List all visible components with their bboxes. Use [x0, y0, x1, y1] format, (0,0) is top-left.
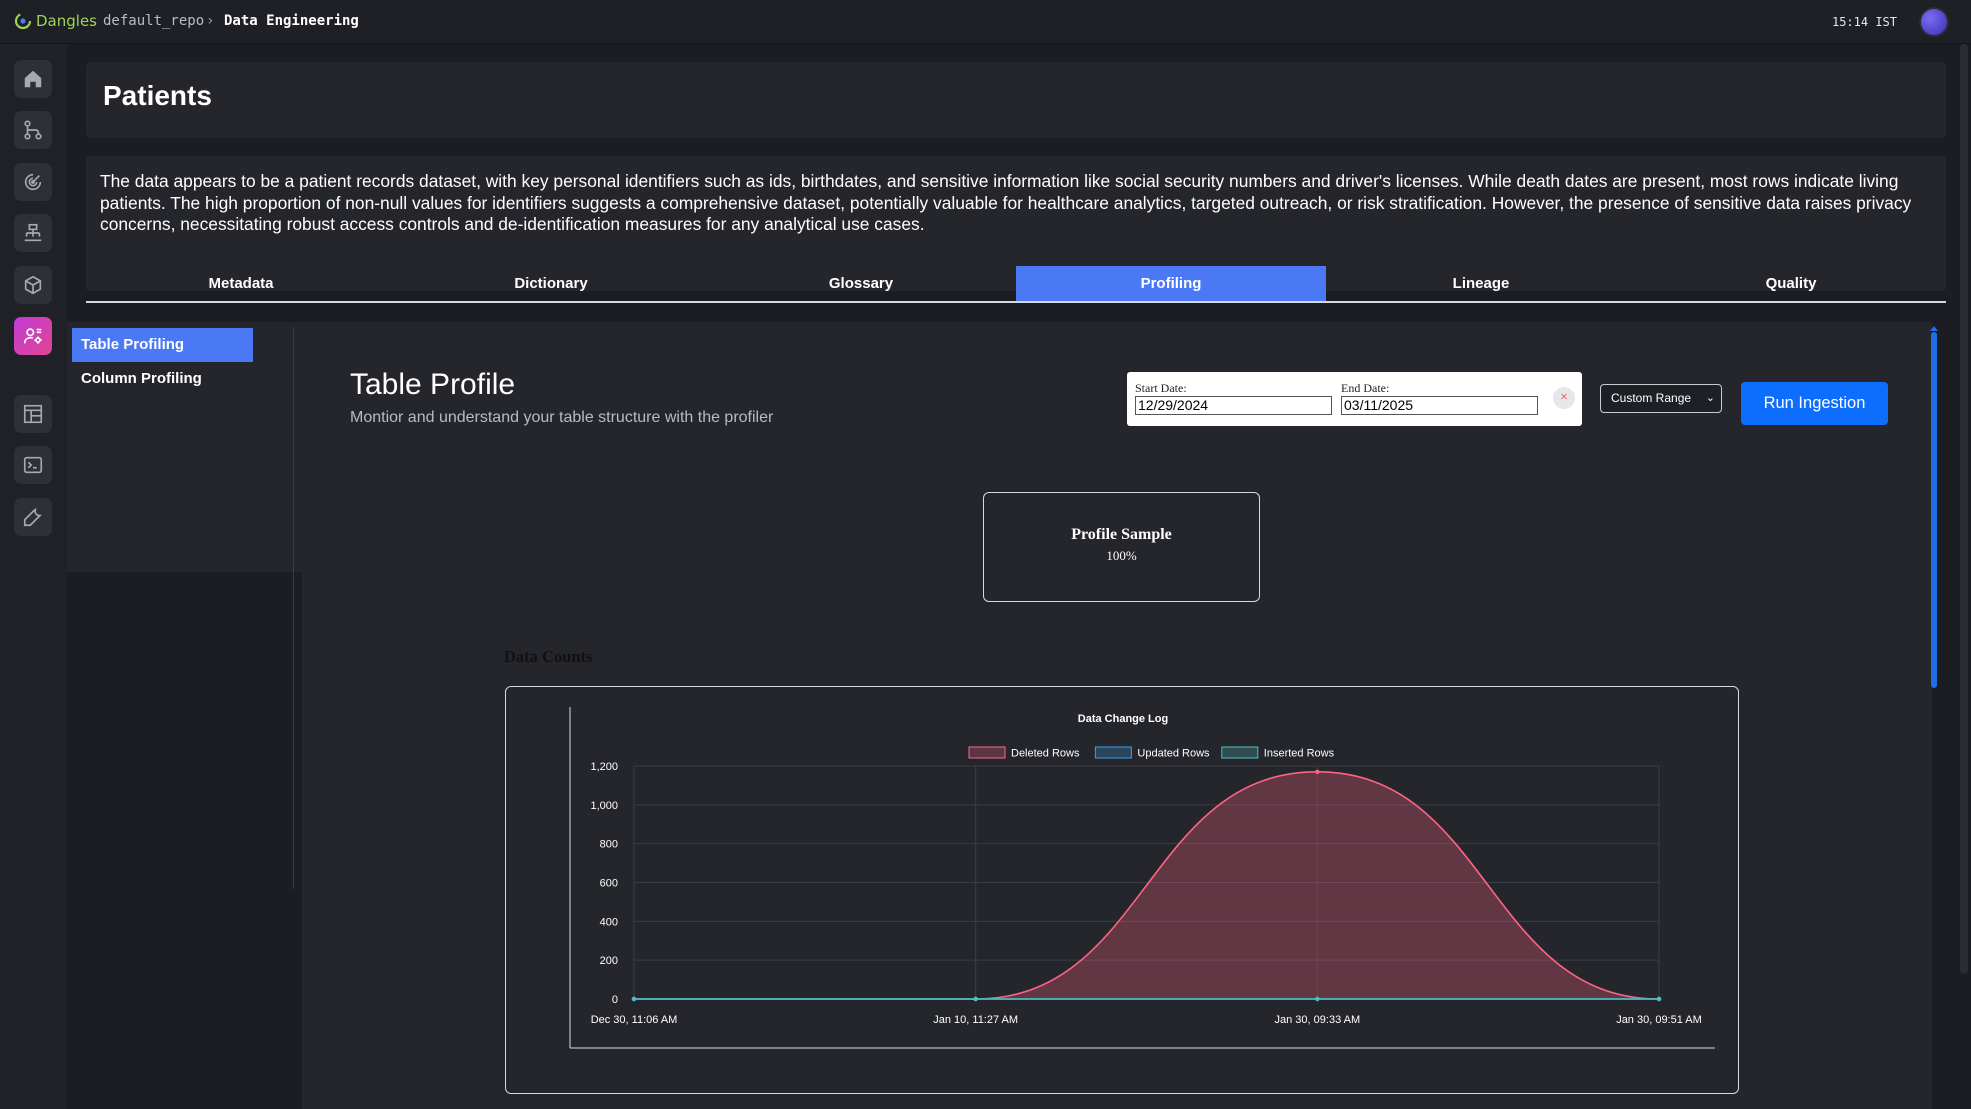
top-bar: Dangles default_repo › Data Engineering …: [0, 0, 1971, 44]
end-date-label: End Date:: [1341, 381, 1390, 395]
x-tick-label-2: Jan 30, 09:33 AM: [1275, 1014, 1361, 1026]
y-tick-label-2: 400: [600, 916, 618, 928]
series-2-point-0: [631, 996, 637, 1002]
start-date-label: Start Date:: [1135, 381, 1187, 395]
page-scrollbar[interactable]: [1960, 44, 1968, 974]
profile-sample-card: Profile Sample 100%: [983, 492, 1260, 602]
y-tick-label-4: 800: [600, 839, 618, 851]
x-tick-label-1: Jan 10, 11:27 AM: [933, 1014, 1018, 1026]
y-tick-label-1: 200: [600, 955, 618, 967]
layout-icon[interactable]: [14, 395, 52, 433]
logo-icon: [14, 12, 32, 30]
brand[interactable]: Dangles: [14, 12, 97, 30]
y-tick-label-6: 1,200: [590, 761, 618, 773]
wrench-icon[interactable]: [14, 498, 52, 536]
x-tick-label-3: Jan 30, 09:51 AM: [1616, 1014, 1702, 1026]
title-card: Patients: [86, 62, 1946, 138]
start-date-group: Start Date: 12/29/2024: [1135, 381, 1332, 415]
y-tick-label-5: 1,000: [590, 800, 618, 812]
data-counts-title: Data Counts: [504, 647, 593, 666]
legend-label-1: Updated Rows: [1137, 748, 1210, 760]
chevron-down-icon: ⌄: [1705, 392, 1715, 404]
hierarchy-icon[interactable]: [14, 111, 52, 149]
legend-swatch-2: [1221, 746, 1259, 759]
chart-title: Data Change Log: [1078, 713, 1168, 725]
y-tick-label-0: 0: [612, 994, 618, 1006]
series-2-point-1: [973, 996, 978, 1002]
legend-swatch-0: [968, 746, 1006, 759]
data-change-chart: Data Change Log Deleted Rows Updated Rows I…: [569, 707, 1715, 1049]
scroll-up-icon[interactable]: [1930, 326, 1938, 331]
page-title: Patients: [103, 80, 212, 111]
breadcrumb-repo[interactable]: default_repo: [103, 13, 204, 29]
user-settings-icon[interactable]: [14, 317, 52, 355]
avatar[interactable]: [1919, 7, 1949, 37]
y-tick-label-3: 600: [600, 878, 618, 890]
breadcrumb-separator: ›: [206, 13, 215, 29]
profile-subtitle: Montior and understand your table struct…: [350, 409, 774, 426]
pipeline-icon[interactable]: [14, 214, 52, 252]
tab-glossary[interactable]: Glossary: [706, 266, 1016, 301]
content-scrollbar[interactable]: [1931, 332, 1937, 688]
tab-metadata[interactable]: Metadata: [86, 266, 396, 301]
legend-label-0: Deleted Rows: [1011, 748, 1080, 760]
profile-sample-title: Profile Sample: [1071, 526, 1172, 543]
date-range-picker: Start Date: 12/29/2024 End Date: 03/11/2…: [1127, 372, 1582, 426]
panel-background: [67, 572, 297, 1109]
profile-sample-value: 100%: [1106, 548, 1137, 563]
subnav-table-profiling[interactable]: Table Profiling: [72, 328, 253, 362]
tab-lineage[interactable]: Lineage: [1326, 266, 1636, 301]
brand-name: Dangles: [36, 12, 97, 30]
range-select-value: Custom Range: [1611, 391, 1692, 405]
clock: 15:14 IST: [1831, 15, 1897, 29]
home-icon[interactable]: [14, 60, 52, 98]
run-ingestion-button[interactable]: Run Ingestion: [1741, 382, 1888, 425]
end-date-input[interactable]: 03/11/2025: [1341, 396, 1538, 415]
series-2-point-2: [1315, 996, 1320, 1002]
cube-icon[interactable]: [14, 266, 52, 304]
profiling-subnav: Table Profiling Column Profiling: [72, 328, 253, 396]
legend-label-2: Inserted Rows: [1264, 748, 1335, 760]
profiling-panel: Table Profiling Column Profiling Table P…: [67, 322, 1938, 1109]
subnav-divider: [293, 327, 294, 889]
start-date-input[interactable]: 12/29/2024: [1135, 396, 1332, 415]
profile-title: Table Profile: [350, 368, 516, 401]
legend-swatch-1: [1094, 746, 1132, 759]
left-rail: [0, 44, 67, 1109]
data-change-chart-card: Data Change Log Deleted Rows Updated Rows I…: [505, 686, 1739, 1094]
clear-dates-button[interactable]: ×: [1553, 387, 1575, 409]
subnav-column-profiling[interactable]: Column Profiling: [72, 362, 253, 396]
breadcrumb-current[interactable]: Data Engineering: [224, 13, 359, 29]
tab-profiling[interactable]: Profiling: [1016, 266, 1326, 301]
tab-quality[interactable]: Quality: [1636, 266, 1946, 301]
series-0-point-2: [1315, 769, 1320, 775]
radar-icon[interactable]: [14, 163, 52, 201]
range-select[interactable]: Custom Range ⌄: [1600, 384, 1722, 413]
x-tick-label-0: Dec 30, 11:06 AM: [591, 1014, 678, 1026]
end-date-group: End Date: 03/11/2025: [1341, 381, 1538, 415]
terminal-icon[interactable]: [14, 446, 52, 484]
tab-dictionary[interactable]: Dictionary: [396, 266, 706, 301]
tab-bar: Metadata Dictionary Glossary Profiling L…: [86, 266, 1946, 303]
series-2-point-3: [1656, 996, 1662, 1002]
